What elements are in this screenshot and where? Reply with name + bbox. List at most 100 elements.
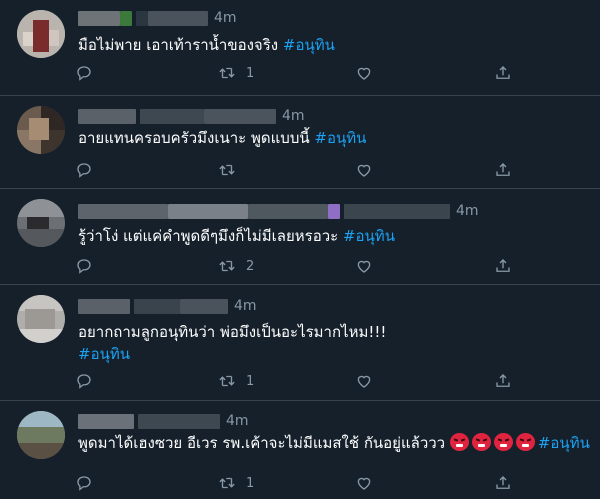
share-icon: [496, 66, 510, 79]
reply-icon: [77, 476, 91, 491]
blurred-handle[interactable]: [344, 203, 450, 219]
tweet-timestamp[interactable]: 4m: [456, 203, 479, 219]
share-button[interactable]: [494, 473, 512, 493]
tweet-text: รู้ว่าโง่ แต่แค่คำพูดดีๆมึงก็ไม่มีเลยหรอ…: [78, 226, 580, 246]
blurred-handle[interactable]: [138, 413, 220, 429]
tweet-header: 4m: [78, 201, 479, 221]
share-button[interactable]: [494, 160, 512, 180]
reply-button[interactable]: [75, 160, 103, 180]
reply-button[interactable]: [75, 256, 103, 276]
retweet-count: 1: [246, 65, 255, 81]
retweet-button[interactable]: 1: [218, 63, 254, 83]
retweet-icon: [219, 260, 235, 272]
blurred-username[interactable]: [120, 10, 132, 26]
blurred-handle[interactable]: [136, 10, 148, 26]
angry-face-emoji: [471, 433, 491, 451]
share-icon: [496, 259, 510, 272]
tweet[interactable]: 4m อายแทนครอบครัวมึงเนาะ พูดแบบนี้ #อนุท…: [0, 96, 600, 189]
tweet-timestamp[interactable]: 4m: [282, 108, 305, 124]
blurred-handle[interactable]: [148, 10, 208, 26]
angry-face-emoji: [449, 433, 469, 451]
retweet-count: 2: [246, 258, 255, 274]
hashtag-link[interactable]: #อนุทิน: [78, 345, 130, 363]
retweet-button[interactable]: 1: [218, 371, 254, 391]
blurred-username[interactable]: [78, 298, 130, 314]
tweet-body: มือไม่พาย เอาเท้าราน้ำของจริง: [78, 36, 283, 54]
like-button[interactable]: [355, 63, 383, 83]
tweet-header: 4m: [78, 8, 237, 28]
share-icon: [496, 374, 510, 387]
share-icon: [496, 476, 510, 489]
reply-icon: [77, 163, 91, 178]
blurred-username[interactable]: [78, 413, 134, 429]
hashtag-link[interactable]: #อนุทิน: [314, 129, 366, 147]
tweet-timestamp[interactable]: 4m: [226, 413, 249, 429]
retweet-icon: [219, 164, 235, 176]
hashtag-link[interactable]: #อนุทิน: [343, 227, 395, 245]
like-button[interactable]: [355, 256, 383, 276]
like-button[interactable]: [355, 160, 383, 180]
avatar[interactable]: [17, 10, 65, 58]
retweet-count: 1: [246, 373, 255, 389]
retweet-count: 1: [246, 475, 255, 491]
tweet-body: รู้ว่าโง่ แต่แค่คำพูดดีๆมึงก็ไม่มีเลยหรอ…: [78, 227, 343, 245]
heart-icon: [357, 67, 371, 80]
retweet-icon: [219, 477, 235, 489]
angry-face-emoji: [515, 433, 535, 451]
blurred-handle[interactable]: [180, 298, 228, 314]
heart-icon: [357, 375, 371, 388]
blurred-username[interactable]: [328, 203, 340, 219]
tweet-actions: 1: [75, 63, 515, 83]
tweet-timestamp[interactable]: 4m: [214, 10, 237, 26]
blurred-username[interactable]: [78, 10, 120, 26]
share-button[interactable]: [494, 256, 512, 276]
tweet-header: 4m: [78, 106, 305, 126]
tweet-header: 4m: [78, 296, 257, 316]
heart-icon: [357, 164, 371, 177]
retweet-button[interactable]: [218, 160, 246, 180]
blurred-username[interactable]: [78, 108, 136, 124]
blurred-username[interactable]: [248, 203, 328, 219]
tweet[interactable]: 4m มือไม่พาย เอาเท้าราน้ำของจริง #อนุทิน…: [0, 0, 600, 96]
tweet[interactable]: 4m อยากถามลูกอนุทินว่า พ่อมึงเป็นอะไรมาก…: [0, 285, 600, 401]
avatar[interactable]: [17, 411, 65, 459]
heart-icon: [357, 260, 371, 273]
reply-icon: [77, 66, 91, 81]
tweet-header: 4m: [78, 411, 249, 431]
avatar[interactable]: [17, 106, 65, 154]
blurred-handle[interactable]: [140, 108, 204, 124]
blurred-handle[interactable]: [134, 298, 180, 314]
reply-button[interactable]: [75, 63, 103, 83]
like-button[interactable]: [355, 473, 383, 493]
hashtag-link[interactable]: #อนุทิน: [538, 434, 590, 452]
reply-button[interactable]: [75, 371, 103, 391]
timeline: 4m มือไม่พาย เอาเท้าราน้ำของจริง #อนุทิน…: [0, 0, 600, 499]
tweet-actions: [75, 160, 515, 180]
tweet[interactable]: 4m รู้ว่าโง่ แต่แค่คำพูดดีๆมึงก็ไม่มีเลย…: [0, 189, 600, 285]
share-button[interactable]: [494, 371, 512, 391]
share-button[interactable]: [494, 63, 512, 83]
tweet-actions: 1: [75, 473, 515, 493]
tweet-timestamp[interactable]: 4m: [234, 298, 257, 314]
tweet-body: พูดมาได้เฮงซวย อีเวร รพ.เค้าจะไม่มีแมสใช…: [78, 434, 450, 452]
hashtag-link[interactable]: #อนุทิน: [283, 36, 335, 54]
avatar[interactable]: [17, 199, 65, 247]
retweet-button[interactable]: 1: [218, 473, 254, 493]
share-icon: [496, 163, 510, 176]
blurred-username[interactable]: [168, 203, 248, 219]
tweet-text: พูดมาได้เฮงซวย อีเวร รพ.เค้าจะไม่มีแมสใช…: [78, 433, 590, 453]
blurred-username[interactable]: [78, 203, 168, 219]
tweet-actions: 2: [75, 256, 515, 276]
heart-icon: [357, 477, 371, 490]
angry-face-emoji: [493, 433, 513, 451]
avatar[interactable]: [17, 295, 65, 343]
blurred-handle[interactable]: [204, 108, 276, 124]
tweet[interactable]: 4m พูดมาได้เฮงซวย อีเวร รพ.เค้าจะไม่มีแม…: [0, 401, 600, 499]
retweet-button[interactable]: 2: [218, 256, 254, 276]
tweet-text: อยากถามลูกอนุทินว่า พ่อมึงเป็นอะไรมากไหม…: [78, 322, 580, 364]
reply-button[interactable]: [75, 473, 103, 493]
reply-icon: [77, 259, 91, 274]
like-button[interactable]: [355, 371, 383, 391]
retweet-icon: [219, 67, 235, 79]
reply-icon: [77, 374, 91, 389]
